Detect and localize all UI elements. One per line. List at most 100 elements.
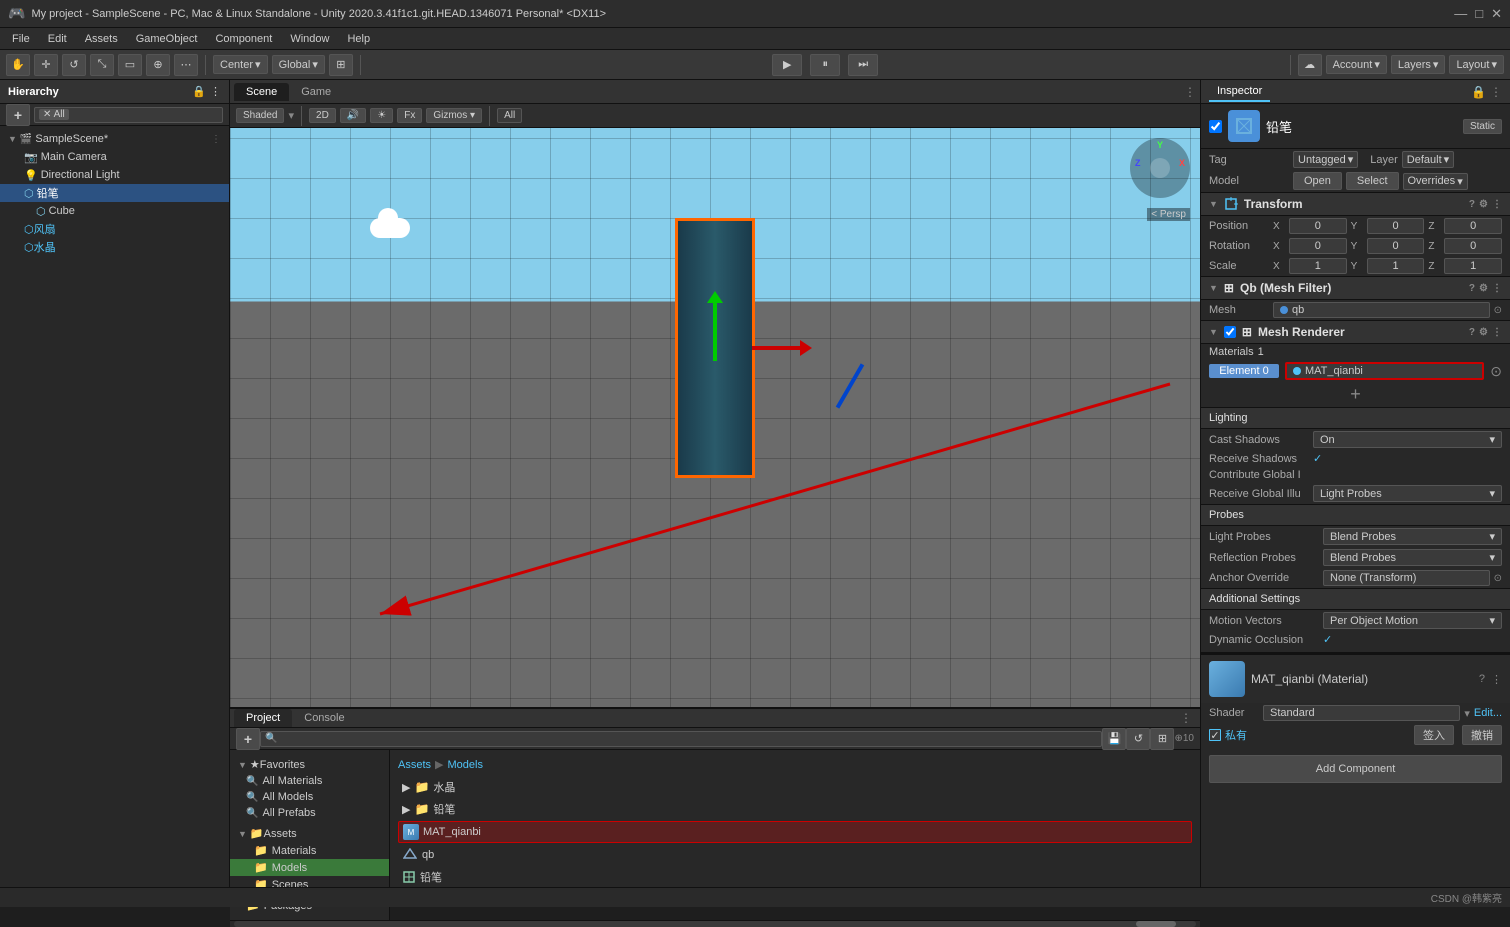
pause-button[interactable]: ⏸	[810, 54, 840, 76]
mesh-pick-icon[interactable]: ⊙	[1494, 305, 1502, 316]
file-item-pencil-folder[interactable]: ▶ 📁 铅笔	[398, 799, 1192, 819]
rotate-tool-btn[interactable]: ↺	[62, 54, 86, 76]
motion-vectors-dropdown[interactable]: Per Object Motion ▾	[1323, 612, 1502, 629]
add-element-btn[interactable]: +	[1350, 384, 1361, 405]
menu-help[interactable]: Help	[339, 31, 378, 47]
menu-window[interactable]: Window	[282, 31, 337, 47]
pencil-3d-object[interactable]: ✦	[675, 178, 755, 478]
scale-y-input[interactable]: 1	[1367, 258, 1425, 274]
scale-x-input[interactable]: 1	[1289, 258, 1347, 274]
mesh-renderer-checkbox[interactable]	[1224, 326, 1236, 338]
inspector-lock-icon[interactable]: 🔒	[1471, 85, 1486, 99]
mesh-filter-menu-icon[interactable]: ⋮	[1492, 283, 1502, 294]
menu-file[interactable]: File	[4, 31, 38, 47]
anchor-override-field[interactable]: None (Transform)	[1323, 570, 1490, 586]
tab-project[interactable]: Project	[234, 709, 292, 727]
mesh-filter-gear-icon[interactable]: ⚙	[1479, 283, 1488, 294]
menu-component[interactable]: Component	[207, 31, 280, 47]
scrollbar-thumb[interactable]	[1136, 921, 1176, 927]
breadcrumb-assets[interactable]: Assets	[398, 759, 431, 771]
shader-dropdown[interactable]: Standard	[1263, 705, 1460, 721]
pos-z-input[interactable]: 0	[1444, 218, 1502, 234]
scene-gizmo[interactable]: X Y Z	[1130, 138, 1190, 198]
shaded-dropdown[interactable]: Shaded	[236, 108, 284, 123]
mesh-filter-help-icon[interactable]: ?	[1469, 283, 1475, 294]
hierarchy-item-pencil[interactable]: ⬡ 铅笔	[0, 184, 229, 202]
hierarchy-item-cube[interactable]: ⬡ Cube	[0, 202, 229, 220]
move-tool-btn[interactable]: ✛	[34, 54, 58, 76]
hierarchy-lock-icon[interactable]: 🔒	[192, 85, 206, 98]
rot-z-input[interactable]: 0	[1444, 238, 1502, 254]
hand-tool-btn[interactable]: ✋	[6, 54, 30, 76]
proj-all-prefabs[interactable]: 🔍 All Prefabs	[230, 805, 389, 821]
account-dropdown[interactable]: Account ▾	[1326, 55, 1387, 74]
transform-help-icon[interactable]: ?	[1469, 199, 1475, 210]
overrides-dropdown[interactable]: Overrides ▾	[1403, 173, 1468, 190]
receive-global-dropdown[interactable]: Light Probes ▾	[1313, 485, 1502, 502]
hierarchy-add-btn[interactable]: +	[6, 104, 30, 126]
inspector-menu-icon[interactable]: ⋮	[1490, 85, 1502, 99]
cancel-button[interactable]: 撤销	[1462, 725, 1502, 745]
play-button[interactable]: ▶	[772, 54, 802, 76]
audio-btn[interactable]: 🔊	[340, 108, 366, 123]
light-probes-dropdown[interactable]: Blend Probes ▾	[1323, 528, 1502, 545]
hierarchy-item-fan[interactable]: ⬡ 风扇	[0, 220, 229, 238]
lighting-section[interactable]: Lighting	[1201, 407, 1510, 429]
hierarchy-item-crystal[interactable]: ⬡ 水晶	[0, 238, 229, 256]
file-item-crystal-folder[interactable]: ▶ 📁 水晶	[398, 777, 1192, 797]
collab-btn[interactable]: ☁	[1298, 54, 1322, 76]
probes-section[interactable]: Probes	[1201, 504, 1510, 526]
transform-tool-btn[interactable]: ⊕	[146, 54, 170, 76]
open-button[interactable]: Open	[1293, 172, 1342, 190]
2d-btn[interactable]: 2D	[309, 108, 336, 123]
filter-btn[interactable]: ⊞	[1150, 728, 1174, 750]
mesh-renderer-section[interactable]: ▼ ⊞ Mesh Renderer ? ⚙ ⋮	[1201, 320, 1510, 344]
rot-x-input[interactable]: 0	[1289, 238, 1347, 254]
gizmos-btn[interactable]: Gizmos ▾	[426, 108, 482, 123]
assets-header[interactable]: ▼ 📁 Assets	[230, 825, 389, 842]
favorites-header[interactable]: ▼ ★ Favorites	[230, 756, 389, 773]
hierarchy-menu-icon[interactable]: ⋮	[210, 85, 221, 98]
center-dropdown[interactable]: Center ▾	[213, 55, 268, 74]
select-button[interactable]: Select	[1346, 172, 1399, 190]
step-button[interactable]: ⏭	[848, 54, 878, 76]
rect-tool-btn[interactable]: ▭	[118, 54, 142, 76]
title-controls[interactable]: — □ ✕	[1454, 6, 1502, 22]
mesh-renderer-help-icon[interactable]: ?	[1469, 327, 1475, 338]
obj-active-checkbox[interactable]	[1209, 120, 1222, 133]
transform-section[interactable]: ▼ Transform ? ⚙ ⋮	[1201, 192, 1510, 216]
checkin-button[interactable]: 签入	[1414, 725, 1454, 745]
add-asset-btn[interactable]: +	[236, 728, 260, 750]
search-bar[interactable]: 🔍	[260, 731, 1102, 747]
edit-shader-button[interactable]: Edit...	[1474, 707, 1502, 719]
mesh-renderer-menu-icon[interactable]: ⋮	[1492, 327, 1502, 338]
refresh-btn[interactable]: ↺	[1126, 728, 1150, 750]
proj-all-materials[interactable]: 🔍 All Materials	[230, 773, 389, 789]
menu-edit[interactable]: Edit	[40, 31, 75, 47]
hierarchy-item-directional-light[interactable]: 💡 Directional Light	[0, 166, 229, 184]
add-component-button[interactable]: Add Component	[1209, 755, 1502, 783]
lighting-btn[interactable]: ☀	[370, 108, 393, 123]
cast-shadows-dropdown[interactable]: On ▾	[1313, 431, 1502, 448]
tab-inspector[interactable]: Inspector	[1209, 82, 1270, 102]
maximize-button[interactable]: □	[1475, 6, 1483, 22]
transform-menu-icon[interactable]: ⋮	[1492, 199, 1502, 210]
private-checkbox[interactable]: ✓	[1209, 729, 1221, 741]
minimize-button[interactable]: —	[1454, 6, 1467, 22]
scale-z-input[interactable]: 1	[1444, 258, 1502, 274]
custom-tool-btn[interactable]: ⋯	[174, 54, 198, 76]
hierarchy-tab[interactable]: Hierarchy	[8, 86, 59, 98]
all-label[interactable]: All	[497, 108, 522, 123]
fx-btn[interactable]: Fx	[397, 108, 422, 123]
scene-menu-icon[interactable]: ⋮	[211, 134, 221, 145]
mesh-filter-section[interactable]: ▼ ⊞ Qb (Mesh Filter) ? ⚙ ⋮	[1201, 276, 1510, 300]
hierarchy-search[interactable]: ✕ All	[34, 107, 223, 123]
file-item-pencil-prefab[interactable]: 铅笔	[398, 867, 1192, 887]
hierarchy-item-samplescene[interactable]: ▼ 🎬 SampleScene* ⋮	[0, 130, 229, 148]
menu-assets[interactable]: Assets	[77, 31, 126, 47]
rot-y-input[interactable]: 0	[1367, 238, 1425, 254]
element-pick-icon[interactable]: ⊙	[1490, 363, 1502, 380]
tab-game[interactable]: Game	[289, 83, 343, 101]
additional-settings-section[interactable]: Additional Settings	[1201, 588, 1510, 610]
proj-materials[interactable]: 📁 Materials	[230, 842, 389, 859]
